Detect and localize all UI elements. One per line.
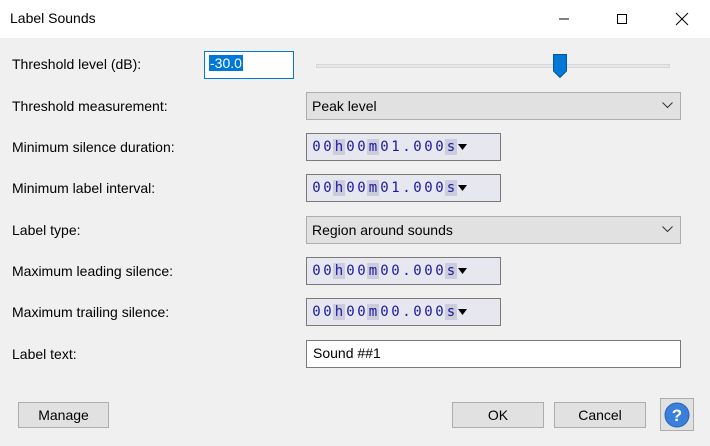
digit[interactable]: 0	[345, 304, 356, 320]
max-leading-silence-control[interactable]: 0 0 h 0 0 m 0 0 . 0 0 0 s	[306, 257, 501, 285]
digit[interactable]: 0	[412, 304, 423, 320]
digit[interactable]: 0	[356, 263, 367, 279]
threshold-slider-thumb[interactable]	[553, 54, 568, 78]
digit[interactable]: 0	[423, 139, 434, 155]
minimize-icon	[559, 18, 569, 20]
unit-seconds: s	[445, 180, 457, 196]
digit[interactable]: 0	[322, 139, 333, 155]
threshold-level-input[interactable]: -30.0	[204, 51, 294, 79]
digit[interactable]: 0	[322, 304, 333, 320]
decimal-point: .	[402, 180, 411, 196]
min-silence-duration-label: Minimum silence duration:	[12, 139, 175, 155]
digit[interactable]: 0	[434, 180, 445, 196]
format-menu-icon[interactable]	[458, 185, 467, 191]
cancel-button[interactable]: Cancel	[554, 402, 646, 428]
chevron-down-icon	[662, 226, 673, 233]
unit-hours: h	[333, 304, 345, 320]
unit-hours: h	[333, 180, 345, 196]
close-button[interactable]	[659, 0, 705, 38]
label-text-value: Sound ##1	[313, 345, 381, 361]
digit[interactable]: 0	[423, 263, 434, 279]
window-title: Label Sounds	[10, 10, 96, 26]
unit-seconds: s	[445, 263, 457, 279]
threshold-level-value: -30.0	[209, 55, 243, 71]
unit-minutes: m	[367, 139, 379, 155]
unit-hours: h	[333, 139, 345, 155]
digit[interactable]: 1	[390, 139, 401, 155]
digit[interactable]: 0	[390, 304, 401, 320]
threshold-level-label: Threshold level (dB):	[12, 56, 142, 72]
label-text-input[interactable]: Sound ##1	[306, 340, 681, 368]
chevron-down-icon	[662, 102, 673, 109]
digit[interactable]: 0	[379, 304, 390, 320]
unit-minutes: m	[367, 304, 379, 320]
unit-hours: h	[333, 263, 345, 279]
digit[interactable]: 0	[311, 304, 322, 320]
digit[interactable]: 0	[412, 180, 423, 196]
maximize-button[interactable]	[599, 0, 645, 38]
digit[interactable]: 0	[311, 139, 322, 155]
digit[interactable]: 0	[390, 263, 401, 279]
threshold-measurement-label: Threshold measurement:	[12, 98, 168, 114]
format-menu-icon[interactable]	[458, 144, 467, 150]
digit[interactable]: 0	[311, 180, 322, 196]
digit[interactable]: 0	[434, 304, 445, 320]
min-label-interval-control[interactable]: 0 0 h 0 0 m 0 1 . 0 0 0 s	[306, 174, 501, 202]
help-icon: ?	[664, 402, 690, 427]
digit[interactable]: 0	[379, 139, 390, 155]
digit[interactable]: 0	[379, 263, 390, 279]
threshold-measurement-select[interactable]: Peak level	[306, 92, 681, 120]
decimal-point: .	[402, 263, 411, 279]
digit[interactable]: 0	[311, 263, 322, 279]
digit[interactable]: 0	[379, 180, 390, 196]
unit-minutes: m	[367, 180, 379, 196]
max-leading-silence-label: Maximum leading silence:	[12, 263, 174, 279]
digit[interactable]: 1	[390, 180, 401, 196]
digit[interactable]: 0	[356, 139, 367, 155]
digit[interactable]: 0	[423, 304, 434, 320]
format-menu-icon[interactable]	[458, 268, 467, 274]
title-bar: Label Sounds	[0, 0, 710, 38]
digit[interactable]: 0	[412, 263, 423, 279]
digit[interactable]: 0	[423, 180, 434, 196]
digit[interactable]: 0	[434, 139, 445, 155]
svg-text:?: ?	[672, 406, 682, 425]
manage-button[interactable]: Manage	[18, 402, 109, 428]
digit[interactable]: 0	[345, 263, 356, 279]
min-label-interval-label: Minimum label interval:	[12, 180, 156, 196]
format-menu-icon[interactable]	[458, 309, 467, 315]
unit-minutes: m	[367, 263, 379, 279]
label-type-select[interactable]: Region around sounds	[306, 216, 681, 244]
threshold-measurement-value: Peak level	[312, 98, 377, 114]
digit[interactable]: 0	[356, 180, 367, 196]
label-type-value: Region around sounds	[312, 222, 453, 238]
decimal-point: .	[402, 139, 411, 155]
digit[interactable]: 0	[434, 263, 445, 279]
maximize-icon	[617, 14, 627, 24]
digit[interactable]: 0	[322, 263, 333, 279]
digit[interactable]: 0	[356, 304, 367, 320]
max-trailing-silence-label: Maximum trailing silence:	[12, 304, 170, 320]
label-type-label: Label type:	[12, 222, 81, 238]
digit[interactable]: 0	[322, 180, 333, 196]
threshold-slider-track[interactable]	[316, 64, 670, 68]
help-button[interactable]: ?	[660, 398, 694, 431]
ok-button[interactable]: OK	[452, 402, 544, 428]
minimize-button[interactable]	[541, 0, 587, 38]
decimal-point: .	[402, 304, 411, 320]
digit[interactable]: 0	[345, 180, 356, 196]
digit[interactable]: 0	[412, 139, 423, 155]
digit[interactable]: 0	[345, 139, 356, 155]
max-trailing-silence-control[interactable]: 0 0 h 0 0 m 0 0 . 0 0 0 s	[306, 298, 501, 326]
label-text-label: Label text:	[12, 346, 77, 362]
close-icon	[675, 12, 689, 26]
min-silence-duration-control[interactable]: 0 0 h 0 0 m 0 1 . 0 0 0 s	[306, 133, 501, 161]
unit-seconds: s	[445, 139, 457, 155]
unit-seconds: s	[445, 304, 457, 320]
